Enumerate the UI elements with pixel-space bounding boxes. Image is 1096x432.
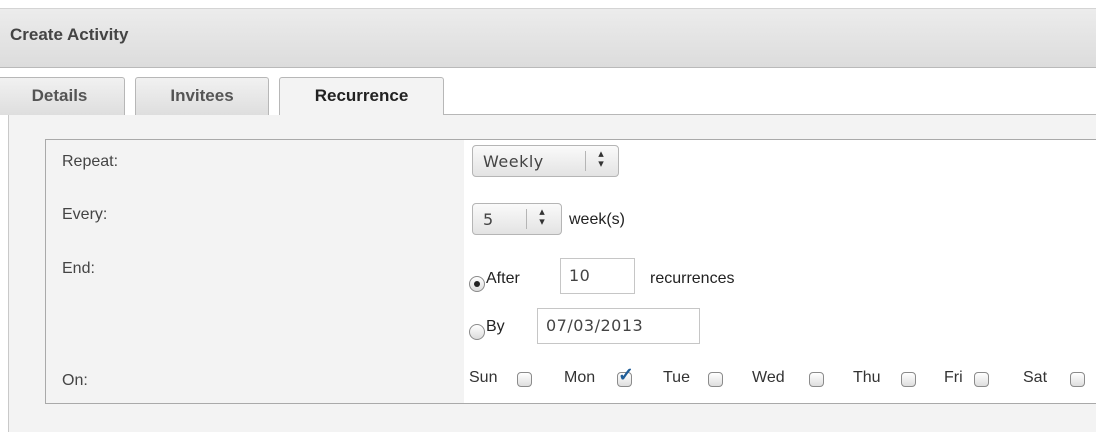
day-checkbox-tue[interactable] [708,372,723,387]
end-after-label: After [486,270,520,287]
up-down-arrows-icon: ▴ ▾ [539,205,545,228]
day-label-sun: Sun [469,369,498,386]
every-label: Every: [62,206,108,223]
repeat-select[interactable]: Weekly ▴ ▾ [472,145,619,177]
recurrences-suffix: recurrences [650,270,735,287]
day-checkbox-thu[interactable] [901,372,916,387]
day-checkbox-fri[interactable] [974,372,989,387]
recurrences-count-input[interactable]: 10 [560,258,635,294]
tab-recurrence[interactable]: Recurrence [279,77,444,116]
repeat-select-value: Weekly [483,152,544,171]
dialog-title-bar: Create Activity [0,8,1096,68]
tab-invitees[interactable]: Invitees [135,77,269,115]
tab-bar: Details Invitees Recurrence [0,68,1096,116]
every-unit: week(s) [569,211,626,228]
day-label-fri: Fri [944,369,963,386]
day-label-thu: Thu [853,369,881,386]
form-values-area [464,140,1096,403]
dialog-title: Create Activity [10,25,129,44]
page-top-strip [0,0,1096,8]
every-select-value: 5 [483,210,494,229]
day-checkbox-wed[interactable] [809,372,824,387]
day-checkbox-sat[interactable] [1070,372,1085,387]
repeat-label: Repeat: [62,153,119,170]
day-label-tue: Tue [663,369,690,386]
end-label: End: [62,260,95,277]
select-divider [526,209,527,229]
select-divider [585,151,586,171]
every-select[interactable]: 5 ▴ ▾ [472,203,562,235]
tab-details[interactable]: Details [0,77,125,115]
end-by-label: By [486,318,505,335]
up-down-arrows-icon: ▴ ▾ [598,147,604,170]
checkmark-icon: ✓ [618,365,634,386]
end-date-input[interactable]: 07/03/2013 [537,308,700,344]
end-by-radio[interactable] [469,324,485,340]
day-label-sat: Sat [1023,369,1048,386]
end-after-radio[interactable] [469,276,485,292]
day-label-wed: Wed [752,369,785,386]
on-label: On: [62,372,88,389]
day-checkbox-sun[interactable] [517,372,532,387]
day-label-mon: Mon [564,369,596,386]
